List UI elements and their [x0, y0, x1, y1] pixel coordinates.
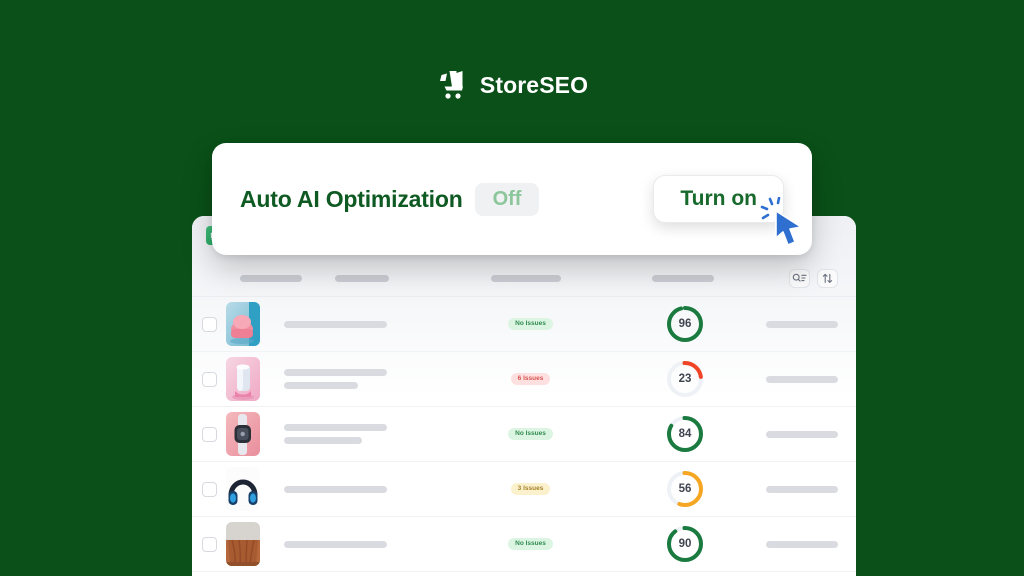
- table-header: [192, 260, 856, 296]
- product-title-skeleton: [284, 369, 447, 389]
- product-thumbnail: [226, 302, 284, 346]
- table-row[interactable]: 6 Issues 23: [192, 352, 856, 407]
- skeleton-bar: [491, 274, 562, 282]
- row-checkbox[interactable]: [192, 481, 226, 497]
- product-thumbnail: [226, 522, 284, 566]
- sort-arrows-icon[interactable]: [817, 268, 838, 288]
- status-badge: No Issues: [508, 427, 553, 441]
- seo-score-cell: 23: [614, 359, 756, 399]
- issues-cell: 6 Issues: [447, 372, 614, 386]
- row-meta-skeleton: [756, 485, 856, 493]
- skeleton-bar: [284, 485, 387, 493]
- column-header-details: [334, 274, 491, 282]
- score-ring: 84: [665, 414, 705, 454]
- product-thumbnail: [226, 357, 284, 401]
- skeleton-bar: [284, 320, 387, 328]
- score-ring: 96: [665, 304, 705, 344]
- table-row[interactable]: No Issues 96: [192, 297, 856, 352]
- issues-cell: No Issues: [447, 427, 614, 441]
- brand-name: StoreSEO: [479, 71, 589, 98]
- row-meta-skeleton: [756, 320, 856, 328]
- skeleton-bar: [766, 540, 838, 548]
- status-badge: Off: [474, 182, 540, 216]
- row-checkbox[interactable]: [192, 371, 226, 387]
- product-title-skeleton: [284, 424, 447, 444]
- seo-score-cell: 96: [614, 304, 756, 344]
- row-checkbox[interactable]: [192, 426, 226, 442]
- table-row[interactable]: No Issues 84: [192, 407, 856, 462]
- skeleton-bar: [240, 274, 302, 282]
- issues-cell: No Issues: [447, 537, 614, 551]
- skeleton-bar: [334, 274, 389, 282]
- seo-score-cell: 84: [614, 414, 756, 454]
- score-value: 96: [678, 318, 692, 330]
- status-badge: No Issues: [508, 317, 553, 331]
- product-title-skeleton: [284, 485, 447, 493]
- table-row[interactable]: No Issues 90: [192, 517, 856, 572]
- score-value: 56: [678, 483, 692, 495]
- row-meta-skeleton: [756, 540, 856, 548]
- turn-on-button[interactable]: Turn on: [653, 175, 784, 223]
- skeleton-bar: [766, 375, 838, 383]
- storeseo-cart-logo-icon: [436, 68, 470, 102]
- seo-score-cell: 90: [614, 524, 756, 564]
- seo-score-cell: 56: [614, 469, 756, 509]
- skeleton-bar: [284, 369, 387, 376]
- brand-header: StoreSEO: [0, 68, 1024, 102]
- row-meta-skeleton: [756, 430, 856, 438]
- table-row[interactable]: 3 Issues 56: [192, 462, 856, 517]
- table-toolbar: [789, 268, 856, 288]
- product-table-body: No Issues 96 6 Issues 23 No Issues 84 3 …: [192, 297, 856, 572]
- status-badge: 3 Issues: [510, 482, 551, 496]
- column-header-seo-score: [652, 274, 789, 282]
- row-meta-skeleton: [756, 375, 856, 383]
- row-checkbox[interactable]: [192, 536, 226, 552]
- app-window: No Issues 96 6 Issues 23 No Issues 84 3 …: [188, 212, 860, 576]
- issues-cell: No Issues: [447, 317, 614, 331]
- status-badge: 6 Issues: [510, 372, 551, 386]
- column-header-issues: [491, 274, 652, 282]
- issues-cell: 3 Issues: [447, 482, 614, 496]
- score-ring: 23: [665, 359, 705, 399]
- product-title-skeleton: [284, 540, 447, 548]
- status-badge: No Issues: [508, 537, 553, 551]
- skeleton-bar: [284, 540, 387, 548]
- score-ring: 90: [665, 524, 705, 564]
- skeleton-bar: [284, 382, 358, 389]
- skeleton-bar: [766, 430, 838, 438]
- skeleton-bar: [284, 437, 362, 444]
- skeleton-bar: [284, 424, 387, 431]
- row-checkbox[interactable]: [192, 316, 226, 332]
- score-value: 84: [678, 428, 692, 440]
- skeleton-bar: [652, 274, 715, 282]
- app-window-body: No Issues 96 6 Issues 23 No Issues 84 3 …: [192, 216, 856, 576]
- skeleton-bar: [766, 485, 838, 493]
- auto-ai-optimization-card: Auto AI Optimization Off Turn on: [212, 143, 812, 255]
- page-title: Auto AI Optimization: [240, 185, 463, 212]
- skeleton-bar: [766, 320, 838, 328]
- column-header-product: [192, 274, 335, 282]
- score-value: 23: [678, 373, 692, 385]
- product-thumbnail: [226, 412, 284, 456]
- product-thumbnail: [226, 467, 284, 511]
- score-value: 90: [678, 538, 692, 550]
- score-ring: 56: [665, 469, 705, 509]
- search-filter-icon[interactable]: [789, 268, 810, 288]
- product-title-skeleton: [284, 320, 447, 328]
